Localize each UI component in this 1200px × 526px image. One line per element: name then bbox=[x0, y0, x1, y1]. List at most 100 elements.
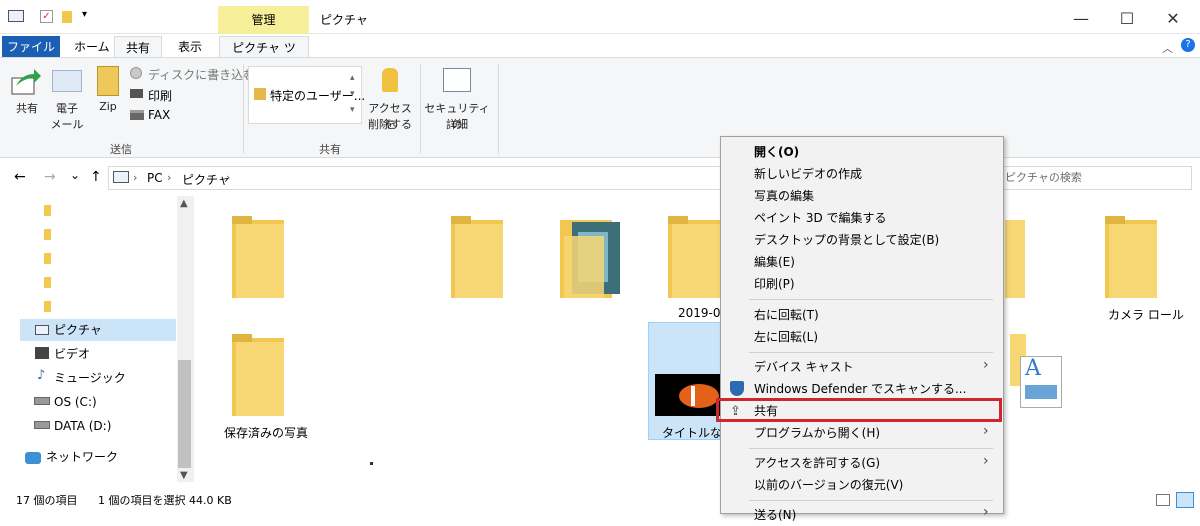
zip-icon bbox=[97, 66, 119, 96]
recent-dropdown[interactable]: ⌄ bbox=[70, 168, 80, 182]
folder-item[interactable] bbox=[668, 216, 720, 301]
customize-qat-icon[interactable]: ▾ bbox=[82, 9, 87, 20]
folder-item[interactable] bbox=[1105, 216, 1157, 301]
tab-share[interactable]: 共有 bbox=[114, 36, 162, 58]
breadcrumb-pc[interactable]: PC bbox=[147, 171, 163, 185]
document-icon[interactable]: A bbox=[1020, 356, 1062, 408]
fax-icon bbox=[130, 110, 144, 120]
sidebar-item-os-c[interactable]: OS (C:) bbox=[24, 391, 176, 413]
menu-item-open[interactable]: 開く(O) bbox=[754, 141, 799, 163]
sidebar-item-pictures[interactable]: ピクチャ bbox=[24, 319, 176, 341]
share-highlight-box bbox=[716, 398, 1002, 422]
remove-access-l2[interactable]: 削除する bbox=[364, 116, 416, 132]
folder-item[interactable] bbox=[451, 216, 503, 301]
folder-icon[interactable] bbox=[44, 253, 51, 264]
share-button[interactable]: 共有 bbox=[8, 100, 46, 116]
collapse-ribbon-icon[interactable]: ︿ bbox=[1162, 40, 1173, 56]
email-button-l1[interactable]: 電子 bbox=[50, 100, 84, 116]
menu-item-cast[interactable]: デバイス キャスト bbox=[754, 356, 853, 378]
folder-item[interactable] bbox=[1005, 216, 1025, 301]
submenu-arrow-icon: › bbox=[983, 453, 989, 469]
menu-item-set-background[interactable]: デスクトップの背景として設定(B) bbox=[754, 229, 939, 251]
menu-separator bbox=[749, 448, 993, 449]
explorer-icon[interactable] bbox=[8, 10, 24, 22]
sidebar-item-data-d[interactable]: DATA (D:) bbox=[24, 415, 176, 437]
maximize-button[interactable]: ☐ bbox=[1104, 6, 1150, 34]
new-folder-icon[interactable] bbox=[62, 11, 72, 23]
folder-label[interactable]: カメラ ロール bbox=[1108, 306, 1184, 323]
folder-icon[interactable] bbox=[44, 229, 51, 240]
zip-button[interactable]: Zip bbox=[93, 100, 123, 113]
menu-item-paint3d[interactable]: ペイント 3D で編集する bbox=[754, 207, 887, 229]
up-button[interactable]: ↑ bbox=[90, 169, 102, 185]
tab-file[interactable]: ファイル bbox=[2, 36, 60, 58]
defender-shield-icon bbox=[730, 381, 744, 396]
tab-picture-tools[interactable]: ピクチャ ツール bbox=[219, 36, 309, 77]
forward-button[interactable]: → bbox=[44, 169, 56, 185]
menu-item-new-video[interactable]: 新しいビデオの作成 bbox=[754, 163, 862, 185]
details-view-icon[interactable] bbox=[1156, 494, 1170, 506]
manage-tab[interactable]: 管理 bbox=[218, 6, 309, 34]
ribbon-separator bbox=[243, 64, 244, 154]
security-l2[interactable]: 詳細 bbox=[424, 116, 490, 132]
selection-info: 1 個の項目を選択 44.0 KB bbox=[98, 494, 232, 507]
sidebar-item-videos[interactable]: ビデオ bbox=[24, 343, 176, 365]
menu-item-defender-scan[interactable]: Windows Defender でスキャンする... bbox=[754, 378, 966, 400]
breadcrumb-sep[interactable]: › bbox=[133, 171, 137, 184]
menu-item-print[interactable]: 印刷(P) bbox=[754, 273, 795, 295]
folder-item[interactable] bbox=[560, 216, 622, 301]
breadcrumb-sep[interactable]: › bbox=[167, 171, 171, 184]
email-button-l2[interactable]: メール bbox=[50, 116, 84, 132]
help-icon[interactable]: ? bbox=[1181, 38, 1195, 52]
menu-separator bbox=[749, 299, 993, 300]
fax-button[interactable]: FAX bbox=[148, 108, 170, 122]
folder-label[interactable]: 保存済みの写真 bbox=[224, 424, 308, 441]
pc-icon bbox=[113, 171, 129, 183]
group-send-label: 送信 bbox=[110, 143, 132, 156]
menu-item-open-with[interactable]: プログラムから開く(H) bbox=[754, 422, 880, 444]
menu-item-edit-photo[interactable]: 写真の編集 bbox=[754, 185, 814, 207]
scroll-thumb[interactable] bbox=[178, 360, 191, 468]
print-button[interactable]: 印刷 bbox=[148, 87, 172, 104]
menu-item-send-to[interactable]: 送る(N) bbox=[754, 504, 796, 526]
submenu-arrow-icon: › bbox=[983, 504, 989, 520]
close-button[interactable]: ✕ bbox=[1150, 6, 1196, 34]
gallery-scroll-icon[interactable]: ▴ ▾ ▾ bbox=[350, 70, 355, 118]
breadcrumb-sep[interactable]: › bbox=[226, 171, 230, 184]
scroll-down-icon[interactable]: ▼ bbox=[180, 470, 188, 481]
disc-icon bbox=[130, 67, 142, 79]
tab-home[interactable]: ホーム bbox=[64, 36, 120, 58]
folder-item[interactable] bbox=[232, 334, 284, 419]
breadcrumb-pictures[interactable]: ピクチャ bbox=[182, 171, 230, 188]
menu-separator bbox=[749, 352, 993, 353]
image-thumbnail bbox=[655, 374, 722, 416]
sidebar-item-network[interactable]: ネットワーク bbox=[16, 446, 168, 468]
search-input[interactable]: ピクチャの検索 bbox=[980, 166, 1192, 190]
menu-item-rotate-left[interactable]: 左に回転(L) bbox=[754, 326, 818, 348]
folder-icon[interactable] bbox=[44, 205, 51, 216]
sidebar-item-music[interactable]: ミュージック bbox=[24, 367, 176, 389]
back-button[interactable]: ← bbox=[14, 169, 26, 185]
group-share-label: 共有 bbox=[319, 143, 341, 156]
burn-disc-button[interactable]: ディスクに書き込む bbox=[148, 66, 255, 83]
menu-item-give-access[interactable]: アクセスを許可する(G) bbox=[754, 452, 880, 474]
lock-icon bbox=[382, 68, 398, 92]
folder-icon[interactable] bbox=[44, 277, 51, 288]
folder-icon[interactable] bbox=[44, 301, 51, 312]
scroll-up-icon[interactable]: ▲ bbox=[180, 198, 188, 209]
printer-icon bbox=[130, 89, 143, 98]
users-icon bbox=[254, 88, 266, 100]
menu-item-edit[interactable]: 編集(E) bbox=[754, 251, 795, 273]
menu-item-rotate-right[interactable]: 右に回転(T) bbox=[754, 304, 819, 326]
large-icons-view-icon[interactable] bbox=[1176, 492, 1194, 508]
title-bar bbox=[0, 0, 1200, 34]
menu-item-restore-versions[interactable]: 以前のバージョンの復元(V) bbox=[754, 474, 903, 496]
properties-icon[interactable]: ✓ bbox=[40, 10, 53, 23]
ribbon-separator bbox=[420, 64, 421, 154]
share-icon bbox=[8, 66, 42, 96]
tab-view[interactable]: 表示 bbox=[168, 36, 212, 58]
minimize-button[interactable]: — bbox=[1058, 6, 1104, 34]
email-icon bbox=[52, 70, 82, 92]
cursor-dot bbox=[370, 462, 373, 465]
folder-item[interactable] bbox=[232, 216, 284, 301]
